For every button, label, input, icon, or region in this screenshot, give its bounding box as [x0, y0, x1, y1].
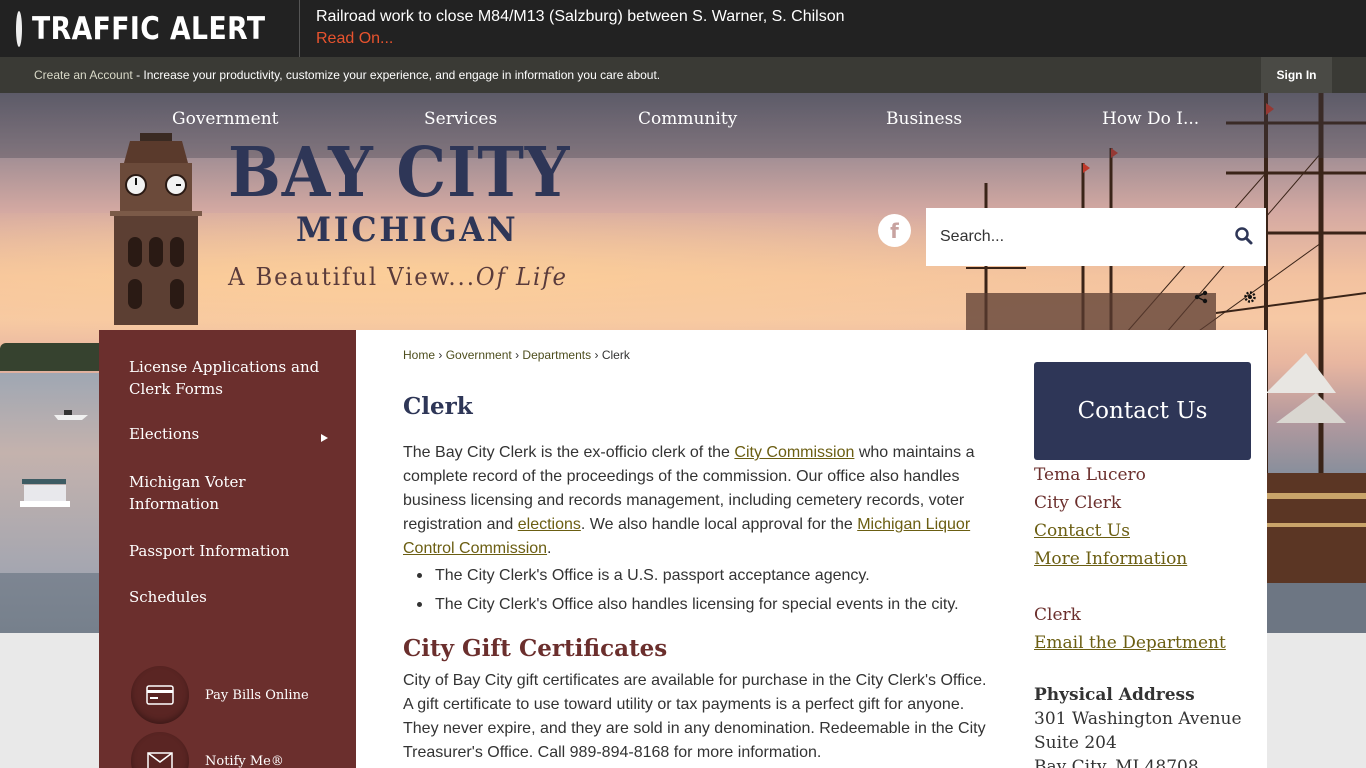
logo-tagline: A Beautiful View...Of Life: [228, 263, 568, 291]
nav-business[interactable]: Business: [886, 109, 962, 129]
speedboat-icon: [54, 410, 88, 420]
elections-link[interactable]: elections: [518, 516, 581, 533]
settings-icon[interactable]: [1243, 290, 1257, 304]
boat-icon: [20, 479, 70, 507]
more-information-link[interactable]: More Information: [1034, 547, 1187, 571]
intro-text-3: . We also handle local approval for the: [580, 516, 858, 533]
breadcrumb-separator: ›: [594, 348, 599, 362]
traffic-alert-title: TRAFFIC ALERT: [32, 10, 266, 47]
breadcrumb-current: Clerk: [601, 348, 630, 362]
sidebar-item-schedules[interactable]: Schedules: [129, 586, 329, 608]
create-account-link[interactable]: Create an Account: [34, 68, 133, 82]
contact-us-heading: Contact Us: [1034, 362, 1251, 460]
breadcrumb-separator: ›: [515, 348, 520, 362]
address-line-2: Suite 204: [1034, 733, 1117, 753]
search-input[interactable]: [926, 208, 1216, 266]
address-line-1: 301 Washington Avenue: [1034, 709, 1242, 729]
traffic-alert-label: TRAFFIC ALERT: [0, 0, 300, 57]
logo-michigan: MICHIGAN: [296, 210, 519, 250]
contact-us-link[interactable]: Contact Us: [1034, 519, 1130, 543]
list-item: The City Clerk's Office is a U.S. passpo…: [403, 561, 993, 590]
clerk-intro-paragraph: The Bay City Clerk is the ex-officio cle…: [403, 441, 993, 561]
sidebar-navigation: License Applications and Clerk Forms Ele…: [99, 330, 356, 768]
sidebar-item-license-applications[interactable]: License Applications and Clerk Forms: [129, 356, 329, 400]
nav-government[interactable]: Government: [172, 109, 279, 129]
search-icon[interactable]: [1234, 226, 1254, 246]
notify-me-label: Notify Me®: [205, 753, 284, 768]
site-logo[interactable]: BAY CITY MICHIGAN A Beautiful View...Of …: [100, 133, 625, 325]
breadcrumb-departments[interactable]: Departments: [522, 348, 591, 362]
email-department-link[interactable]: Email the Department: [1034, 631, 1226, 655]
logo-tagline-end: Of Life: [475, 263, 568, 291]
physical-address-label: Physical Address: [1034, 685, 1195, 705]
envelope-icon: [131, 732, 189, 768]
expand-arrow-icon[interactable]: [321, 434, 328, 442]
address-line-3: Bay City, MI 48708: [1034, 757, 1199, 768]
credit-card-icon: [131, 666, 189, 724]
traffic-alert-content: Railroad work to close M84/M13 (Salzburg…: [300, 0, 845, 57]
sidebar-item-passport-information[interactable]: Passport Information: [129, 540, 329, 562]
breadcrumb-government[interactable]: Government: [446, 348, 512, 362]
account-message: Create an Account - Increase your produc…: [34, 68, 660, 82]
share-icon[interactable]: [1194, 290, 1208, 304]
nav-how-do-i[interactable]: How Do I...: [1102, 109, 1199, 129]
nav-community[interactable]: Community: [638, 109, 737, 129]
pay-bills-label: Pay Bills Online: [205, 687, 309, 703]
facebook-icon[interactable]: f: [878, 214, 911, 247]
clock-tower-icon: [110, 133, 202, 325]
account-bar: Create an Account - Increase your produc…: [0, 57, 1366, 93]
gift-certificates-paragraph: City of Bay City gift certificates are a…: [403, 672, 987, 761]
intro-text-1: The Bay City Clerk is the ex-officio cle…: [403, 444, 735, 461]
sign-in-button[interactable]: Sign In: [1261, 57, 1332, 93]
read-on-link[interactable]: Read On...: [316, 27, 845, 51]
search-box: [926, 208, 1266, 266]
traffic-alert-bar: TRAFFIC ALERT Railroad work to close M84…: [0, 0, 1366, 57]
alert-light-icon: [16, 10, 22, 47]
notify-me-quick-link[interactable]: Notify Me®: [131, 732, 284, 768]
city-commission-link[interactable]: City Commission: [734, 444, 854, 461]
intro-text-4: .: [547, 540, 552, 557]
main-content: Home › Government › Departments › Clerk …: [356, 330, 1267, 768]
clerk-services-list: The City Clerk's Office is a U.S. passpo…: [403, 561, 993, 619]
contact-name: Tema Lucero: [1034, 465, 1146, 485]
gift-certificates-heading: City Gift Certificates: [403, 635, 668, 662]
breadcrumb: Home › Government › Departments › Clerk: [403, 348, 630, 362]
sidebar-item-elections[interactable]: Elections: [129, 423, 329, 445]
logo-bay-city: BAY CITY: [228, 133, 571, 213]
logo-tagline-start: A Beautiful View...: [228, 263, 476, 291]
traffic-alert-message: Railroad work to close M84/M13 (Salzburg…: [316, 8, 845, 25]
contact-role: City Clerk: [1034, 493, 1122, 513]
page-title: Clerk: [403, 393, 473, 420]
list-item: The City Clerk's Office also handles lic…: [403, 590, 993, 619]
breadcrumb-separator: ›: [438, 348, 443, 362]
breadcrumb-home[interactable]: Home: [403, 348, 435, 362]
nav-services[interactable]: Services: [424, 109, 497, 129]
sidebar-item-voter-information[interactable]: Michigan Voter Information: [129, 471, 329, 515]
account-benefits-text: - Increase your productivity, customize …: [132, 68, 661, 82]
department-name: Clerk: [1034, 605, 1081, 625]
pay-bills-quick-link[interactable]: Pay Bills Online: [131, 666, 309, 724]
